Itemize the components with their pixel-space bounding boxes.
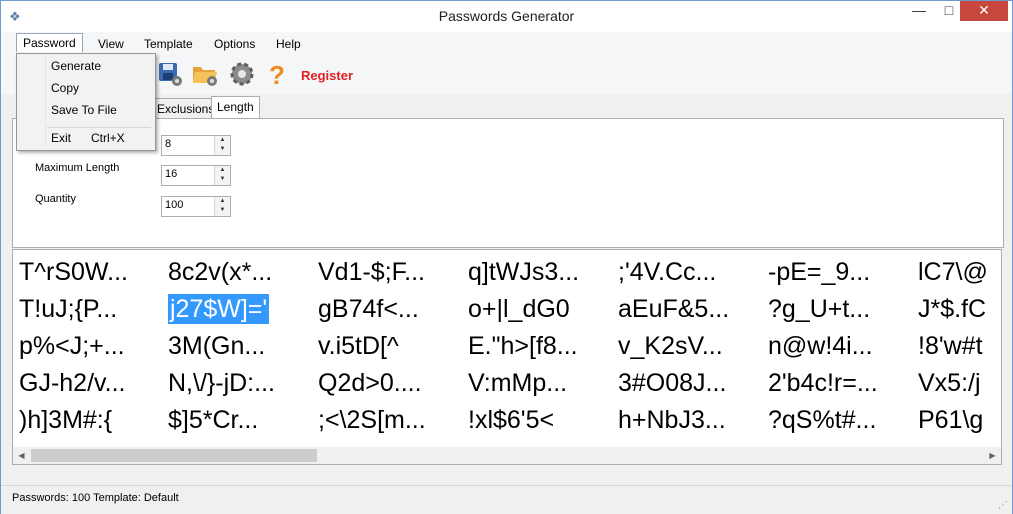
menu-view[interactable]: View: [92, 35, 130, 53]
password-cell[interactable]: o+|l_dG0: [468, 294, 570, 324]
minimum-length-stepper[interactable]: 8 ▲ ▼: [161, 135, 231, 156]
menu-bar: Password View Template Options Help: [1, 32, 1012, 54]
password-cell[interactable]: Q2d>0....: [318, 368, 422, 398]
password-cell[interactable]: p%<J;+...: [19, 331, 125, 361]
maximum-length-value[interactable]: 16: [165, 168, 177, 180]
length-tab-panel: 8 ▲ ▼ Maximum Length 16 ▲ ▼ Quantity 100 ▲…: [12, 118, 1004, 248]
password-cell[interactable]: j27$W]=': [168, 294, 270, 324]
status-bar: Passwords: 100 Template: Default ⋰: [1, 485, 1012, 514]
menu-exit[interactable]: Exit: [51, 131, 71, 145]
window-title: Passwords Generator: [438, 8, 575, 24]
menu-generate[interactable]: Generate: [51, 59, 101, 73]
resize-grip-icon[interactable]: ⋰: [998, 500, 1008, 511]
password-cell[interactable]: q]tWJs3...: [468, 257, 579, 287]
register-link[interactable]: Register: [301, 68, 353, 83]
password-cell[interactable]: !xl$6'5<: [468, 405, 554, 435]
password-cell[interactable]: ?g_U+t...: [768, 294, 870, 324]
maximum-length-stepper[interactable]: 16 ▲ ▼: [161, 165, 231, 186]
menu-options[interactable]: Options: [208, 35, 261, 53]
quantity-label: Quantity: [35, 193, 76, 205]
password-cell[interactable]: E."h>[f8...: [468, 331, 578, 361]
maximum-length-spin-buttons[interactable]: ▲ ▼: [214, 166, 230, 185]
menu-help[interactable]: Help: [270, 35, 307, 53]
menu-save-to-file[interactable]: Save To File: [51, 103, 117, 117]
password-cell[interactable]: 8c2v(x*...: [168, 257, 272, 287]
open-folder-icon[interactable]: [191, 60, 219, 88]
quantity-spin-buttons[interactable]: ▲ ▼: [214, 197, 230, 216]
password-cell[interactable]: P61\g: [918, 405, 983, 435]
menu-copy[interactable]: Copy: [51, 81, 79, 95]
password-cell[interactable]: T^rS0W...: [19, 257, 128, 287]
passwords-list[interactable]: P61\g ?qS%t#... h+NbJ3... !xl$6'5< ;<\2S[m..…: [12, 249, 1002, 465]
password-cell[interactable]: ?qS%t#...: [768, 405, 876, 435]
password-cell[interactable]: $]5*Cr...: [168, 405, 258, 435]
minimum-length-spin-buttons[interactable]: ▲ ▼: [214, 136, 230, 155]
menu-password[interactable]: Password: [16, 33, 83, 52]
tab-exclusions[interactable]: Exclusions: [151, 98, 221, 119]
gear-icon[interactable]: [228, 60, 256, 88]
minimize-button[interactable]: —: [904, 1, 934, 21]
password-cell[interactable]: J*$.fC: [918, 294, 986, 324]
password-cell[interactable]: T!uJ;{P...: [19, 294, 117, 324]
password-cell[interactable]: GJ-h2/v...: [19, 368, 126, 398]
svg-text:?: ?: [269, 60, 285, 88]
scroll-thumb[interactable]: [31, 449, 317, 462]
password-cell[interactable]: v_K2sV...: [618, 331, 723, 361]
password-cell[interactable]: Vd1-$;F...: [318, 257, 425, 287]
password-cell[interactable]: )h]3M#:{: [19, 405, 112, 435]
password-cell[interactable]: ;<\2S[m...: [318, 405, 426, 435]
password-cell[interactable]: 3#O08J...: [618, 368, 726, 398]
password-cell[interactable]: -pE=_9...: [768, 257, 870, 287]
scroll-right-arrow[interactable]: ▶: [984, 447, 1001, 464]
password-cell[interactable]: !8'w#t: [918, 331, 983, 361]
password-cell[interactable]: h+NbJ3...: [618, 405, 726, 435]
menu-separator: [47, 127, 151, 128]
password-cell[interactable]: ;'4V.Cc...: [618, 257, 716, 287]
password-cell[interactable]: V:mMp...: [468, 368, 567, 398]
status-text: Passwords: 100 Template: Default: [12, 492, 179, 504]
tab-length[interactable]: Length: [211, 96, 260, 119]
minimum-length-value[interactable]: 8: [165, 138, 171, 150]
scroll-left-arrow[interactable]: ◀: [13, 447, 30, 464]
password-cell[interactable]: 3M(Gn...: [168, 331, 265, 361]
password-cell[interactable]: lC7\@: [918, 257, 988, 287]
password-cell[interactable]: 2'b4c!r=...: [768, 368, 878, 398]
menu-exit-shortcut: Ctrl+X: [91, 131, 125, 145]
password-cell[interactable]: gB74f<...: [318, 294, 419, 324]
password-menu-dropdown: Generate Copy Save To File Exit Ctrl+X: [16, 53, 156, 151]
password-cell[interactable]: N,\/}-jD:...: [168, 368, 275, 398]
horizontal-scrollbar[interactable]: ◀ ▶: [13, 447, 1001, 464]
password-cell[interactable]: v.i5tD[^: [318, 331, 399, 361]
password-cell[interactable]: aEuF&5...: [618, 294, 729, 324]
save-settings-icon[interactable]: [156, 60, 184, 88]
help-icon[interactable]: ?: [263, 60, 291, 88]
title-bar[interactable]: ❖ Passwords Generator — □ ✕: [1, 1, 1012, 32]
menu-gutter: [45, 56, 46, 146]
password-cell[interactable]: Vx5:/j: [918, 368, 981, 398]
close-button[interactable]: ✕: [960, 1, 1008, 21]
quantity-stepper[interactable]: 100 ▲ ▼: [161, 196, 231, 217]
app-window: ❖ Passwords Generator — □ ✕ Password Vie…: [0, 0, 1013, 514]
password-cell[interactable]: n@w!4i...: [768, 331, 873, 361]
menu-template[interactable]: Template: [138, 35, 199, 53]
maximum-length-label: Maximum Length: [35, 162, 120, 174]
quantity-value[interactable]: 100: [165, 199, 183, 211]
